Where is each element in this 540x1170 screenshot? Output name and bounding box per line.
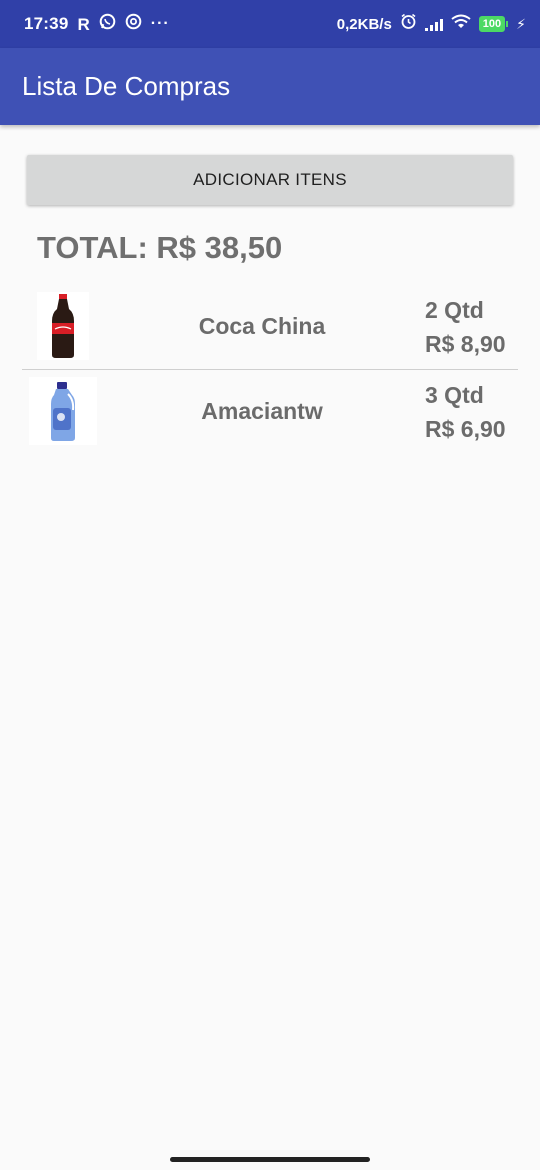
item-price: R$ 8,90	[425, 331, 506, 357]
item-price: R$ 6,90	[425, 416, 506, 442]
whatsapp-icon	[99, 13, 116, 35]
item-name: Amaciantw	[201, 398, 323, 424]
app-title: Lista De Compras	[22, 71, 231, 101]
add-items-button[interactable]: ADICIONAR ITENS	[27, 155, 513, 205]
at-circle-icon	[125, 13, 142, 35]
item-list: Coca China 2 Qtd R$ 8,90 Amaciantw 3 Qtd…	[22, 285, 518, 454]
app-bar: Lista De Compras	[0, 48, 540, 125]
item-name: Coca China	[198, 313, 326, 339]
battery-cap	[506, 21, 509, 27]
signal-icon	[424, 18, 443, 31]
soda-bottle-image	[37, 292, 89, 360]
list-item[interactable]: Amaciantw 3 Qtd R$ 6,90	[22, 370, 518, 454]
more-dots-icon: ···	[150, 15, 170, 32]
charging-bolt-icon: ⚡︎	[516, 15, 526, 32]
battery-icon: 100	[478, 16, 509, 32]
net-speed: 0,2KB/s	[336, 15, 392, 33]
r-icon: R	[77, 14, 90, 34]
wifi-icon	[451, 14, 471, 34]
item-quantity: 2 Qtd	[425, 297, 484, 323]
battery-level: 100	[478, 16, 506, 32]
softener-bottle-image	[29, 377, 97, 445]
nav-gesture-handle[interactable]	[170, 1157, 370, 1162]
status-right: 0,2KB/s 100 ⚡︎	[337, 13, 526, 35]
screen: 17:39 R ··· 0,2KB/s 100 ⚡︎ Lista De Comp…	[0, 0, 540, 1170]
status-left: 17:39 R ···	[24, 13, 170, 35]
status-bar: 17:39 R ··· 0,2KB/s 100 ⚡︎	[0, 0, 540, 48]
total-label: TOTAL: R$ 38,50	[37, 230, 283, 265]
list-item[interactable]: Coca China 2 Qtd R$ 8,90	[22, 285, 518, 369]
alarm-icon	[400, 13, 417, 35]
status-time: 17:39	[24, 14, 69, 33]
item-quantity: 3 Qtd	[425, 382, 484, 408]
